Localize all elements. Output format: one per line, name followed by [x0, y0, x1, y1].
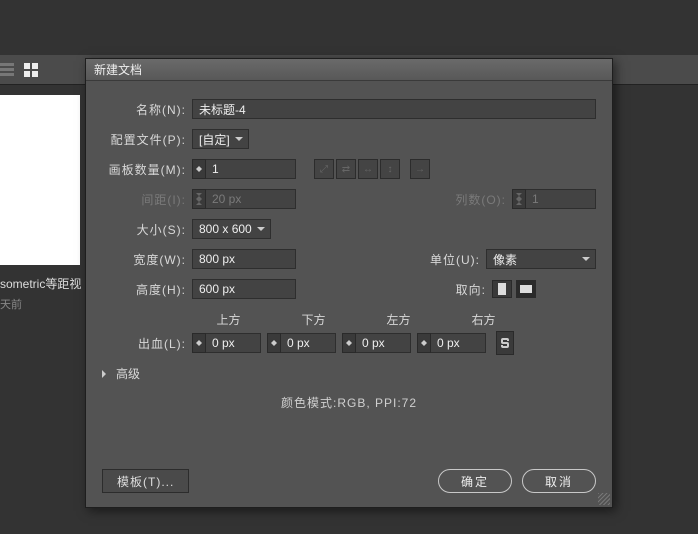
ok-button[interactable]: 确定 — [438, 469, 512, 493]
artboard-count-value[interactable]: 1 — [206, 159, 296, 179]
size-label: 大小(S): — [102, 221, 192, 238]
grid-view-icon[interactable] — [24, 63, 38, 77]
arrange-row-icon[interactable]: ⇄ — [336, 159, 356, 179]
bleed-bottom-stepper[interactable]: 0 px — [267, 333, 336, 353]
columns-label: 列数(O): — [444, 191, 512, 208]
columns-value: 1 — [526, 189, 596, 209]
arrange-alt-icon[interactable]: ↕ — [380, 159, 400, 179]
arrange-col-icon[interactable]: ↔ — [358, 159, 378, 179]
orientation-label: 取向: — [444, 281, 492, 298]
profile-label: 配置文件(P): — [102, 131, 192, 148]
spacing-stepper: 20 px — [192, 189, 296, 209]
bleed-left-stepper[interactable]: 0 px — [342, 333, 411, 353]
name-input[interactable]: 未标题-4 — [192, 99, 596, 119]
bleed-bottom-label: 下方 — [277, 311, 350, 328]
height-input[interactable]: 600 px — [192, 279, 296, 299]
size-select[interactable]: 800 x 600 — [192, 219, 271, 239]
new-document-dialog: 新建文档 名称(N): 未标题-4 配置文件(P): [自定] 画板数量(M):… — [85, 58, 613, 508]
orientation-portrait-button[interactable] — [492, 280, 512, 298]
spacing-value: 20 px — [206, 189, 296, 209]
bleed-link-button[interactable] — [496, 331, 514, 355]
name-label: 名称(N): — [102, 101, 192, 118]
bleed-top-label: 上方 — [192, 311, 265, 328]
columns-stepper: 1 — [512, 189, 596, 209]
thumbnail-title: sometric等距视 — [0, 273, 90, 292]
recent-thumbnail[interactable] — [0, 95, 80, 265]
artboard-count-label: 画板数量(M): — [102, 161, 192, 178]
advanced-label: 高级 — [116, 365, 140, 382]
bleed-left-label: 左方 — [362, 311, 435, 328]
bleed-label: 出血(L): — [102, 335, 192, 352]
advanced-disclosure[interactable]: 高级 — [102, 365, 596, 382]
cancel-button[interactable]: 取消 — [522, 469, 596, 493]
orientation-landscape-button[interactable] — [516, 280, 536, 298]
thumbnail-subtitle: 天前 — [0, 292, 90, 312]
list-view-icon[interactable] — [0, 63, 14, 77]
bleed-right-label: 右方 — [447, 311, 520, 328]
arrange-grid-icon[interactable]: ⤢ — [314, 159, 334, 179]
width-input[interactable]: 800 px — [192, 249, 296, 269]
width-label: 宽度(W): — [102, 251, 192, 268]
units-select[interactable]: 像素 — [486, 249, 596, 269]
height-label: 高度(H): — [102, 281, 192, 298]
spacing-label: 间距(I): — [102, 191, 192, 208]
bleed-top-stepper[interactable]: 0 px — [192, 333, 261, 353]
template-button[interactable]: 模板(T)... — [102, 469, 189, 493]
arrange-rtl-icon[interactable]: → — [410, 159, 430, 179]
link-icon — [500, 336, 510, 350]
triangle-right-icon — [102, 370, 110, 378]
color-mode-info: 颜色模式:RGB, PPI:72 — [102, 394, 596, 411]
units-label: 单位(U): — [418, 251, 486, 268]
resize-grip-icon[interactable] — [598, 493, 610, 505]
dialog-titlebar[interactable]: 新建文档 — [86, 59, 612, 81]
profile-select[interactable]: [自定] — [192, 129, 249, 149]
bleed-right-stepper[interactable]: 0 px — [417, 333, 486, 353]
artboard-count-stepper[interactable]: 1 — [192, 159, 296, 179]
dialog-title: 新建文档 — [94, 61, 142, 78]
